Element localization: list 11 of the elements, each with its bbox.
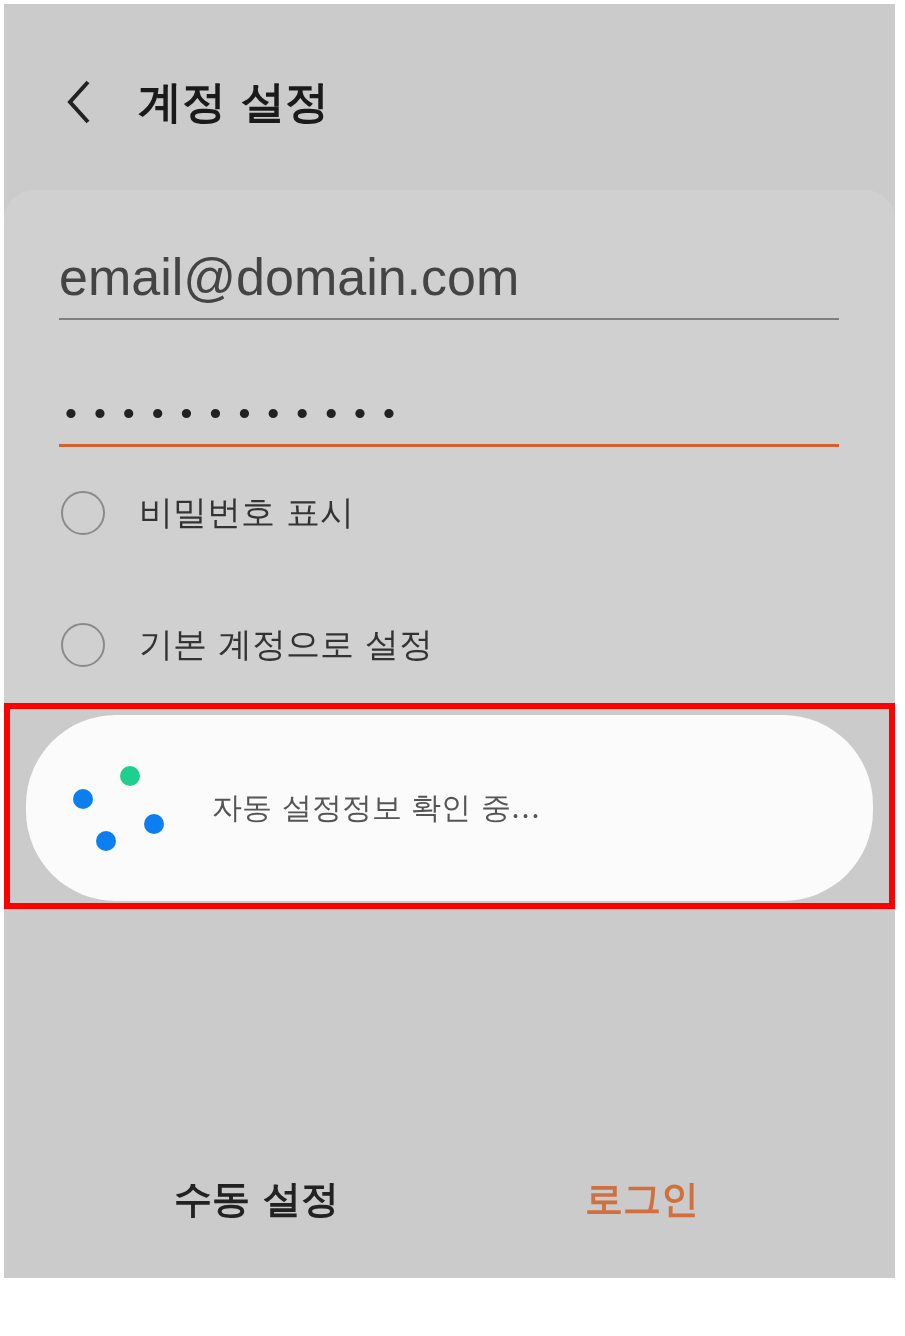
spinner-icon	[72, 765, 166, 851]
back-icon[interactable]	[66, 80, 92, 124]
option-label: 기본 계정으로 설정	[139, 623, 433, 666]
checkbox[interactable]	[61, 623, 105, 667]
checkbox[interactable]	[61, 491, 105, 535]
email-field[interactable]: email@domain.com	[59, 246, 839, 320]
page-title: 계정 설정	[138, 74, 330, 129]
dialog-message: 자동 설정정보 확인 중…	[212, 788, 541, 827]
action-button[interactable]: 수동 설정	[4, 1144, 450, 1254]
password-field[interactable]: ••••••••••••	[59, 382, 839, 447]
option-label: 비밀번호 표시	[139, 491, 354, 534]
